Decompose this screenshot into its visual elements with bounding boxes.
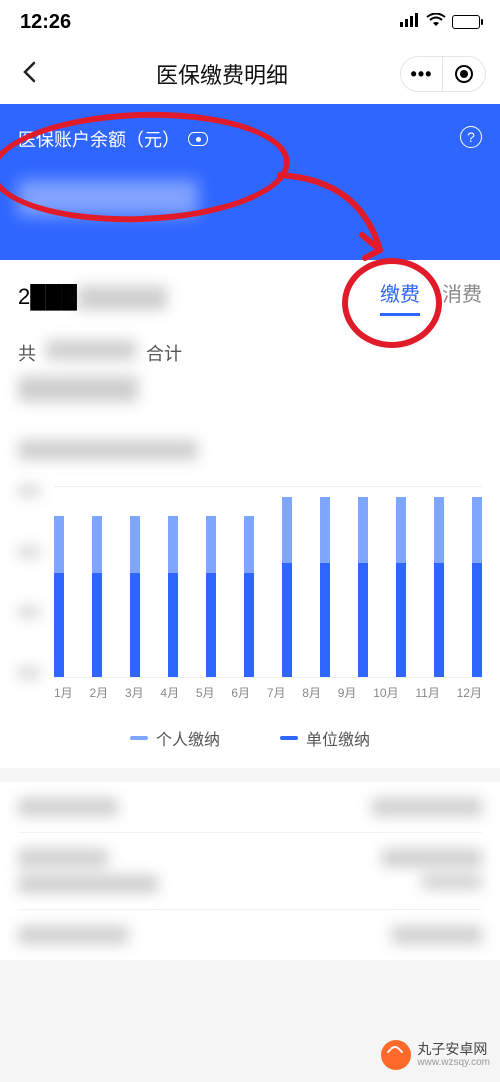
legend-swatch-employer: [280, 736, 298, 740]
list-item[interactable]: [18, 910, 482, 960]
legend-personal: 个人缴纳: [130, 726, 220, 750]
watermark-icon: [381, 1040, 411, 1070]
list-item[interactable]: [18, 782, 482, 833]
dots-icon: •••: [411, 64, 433, 85]
bar-column: [282, 487, 292, 677]
x-tick: 5月: [196, 684, 215, 706]
bar-column: [244, 487, 254, 677]
detail-card: 2███ 缴费 消费 共 合计 1月 2月 3月 4月 5月 6月 7月 8月 9月 10月 11月…: [0, 260, 500, 768]
eye-icon[interactable]: [188, 132, 208, 146]
balance-label: 医保账户余额（元）: [18, 126, 180, 152]
x-tick: 7月: [267, 684, 286, 706]
summary-label: 合计: [146, 340, 182, 366]
menu-button[interactable]: •••: [401, 56, 443, 92]
list-item[interactable]: [18, 833, 482, 910]
bar-column: [168, 487, 178, 677]
bar-column: [320, 487, 330, 677]
x-tick: 9月: [338, 684, 357, 706]
x-tick: 8月: [302, 684, 321, 706]
bars: [54, 486, 482, 678]
payment-chart: 1月 2月 3月 4月 5月 6月 7月 8月 9月 10月 11月 12月: [18, 486, 482, 706]
x-tick: 4月: [160, 684, 179, 706]
bar-column: [434, 487, 444, 677]
nav-bar: 医保缴费明细 •••: [0, 44, 500, 104]
bar-column: [472, 487, 482, 677]
x-tick: 2月: [89, 684, 108, 706]
legend-swatch-personal: [130, 736, 148, 740]
help-button[interactable]: ?: [460, 126, 482, 148]
tab-payment[interactable]: 缴费: [380, 278, 420, 316]
wifi-icon: [426, 13, 446, 32]
x-axis: 1月 2月 3月 4月 5月 6月 7月 8月 9月 10月 11月 12月: [54, 684, 482, 706]
balance-card: 医保账户余额（元） ? ████████: [0, 104, 500, 260]
bar-column: [358, 487, 368, 677]
transaction-list: [0, 782, 500, 960]
tabs: 缴费 消费: [380, 278, 482, 316]
watermark: 丸子安卓网 www.wzsqy.com: [381, 1040, 490, 1070]
back-button[interactable]: [14, 55, 44, 94]
signal-icon: [400, 13, 420, 32]
nav-actions: •••: [400, 56, 486, 92]
bar-column: [130, 487, 140, 677]
status-icons: [400, 13, 480, 32]
x-tick: 3月: [125, 684, 144, 706]
status-time: 12:26: [20, 11, 71, 34]
x-tick: 1月: [54, 684, 73, 706]
tab-consume[interactable]: 消费: [442, 278, 482, 316]
x-tick: 6月: [231, 684, 250, 706]
x-tick: 10月: [373, 684, 398, 706]
bar-column: [54, 487, 64, 677]
watermark-url: www.wzsqy.com: [417, 1057, 490, 1068]
close-button[interactable]: [443, 56, 485, 92]
miniprogram-capsule: •••: [400, 56, 486, 92]
battery-icon: [452, 15, 480, 29]
balance-value: ████████: [18, 180, 482, 220]
summary-prefix: 共: [18, 340, 36, 366]
balance-label-row: 医保账户余额（元）: [18, 126, 482, 152]
bar-column: [92, 487, 102, 677]
summary-value: [18, 376, 482, 404]
y-axis: [18, 486, 46, 678]
status-bar: 12:26: [0, 0, 500, 44]
chart-legend: 个人缴纳 单位缴纳: [18, 726, 482, 750]
summary-row: 共 合计: [18, 340, 482, 366]
watermark-brand: 丸子安卓网: [417, 1042, 490, 1057]
year-row: 2███ 缴费 消费: [18, 278, 482, 316]
x-tick: 12月: [457, 684, 482, 706]
legend-employer: 单位缴纳: [280, 726, 370, 750]
chart-title: [18, 440, 482, 462]
target-icon: [455, 65, 473, 83]
year-selector[interactable]: 2███: [18, 284, 167, 310]
bar-column: [396, 487, 406, 677]
page-title: 医保缴费明细: [44, 58, 400, 90]
x-tick: 11月: [415, 684, 439, 706]
bar-column: [206, 487, 216, 677]
